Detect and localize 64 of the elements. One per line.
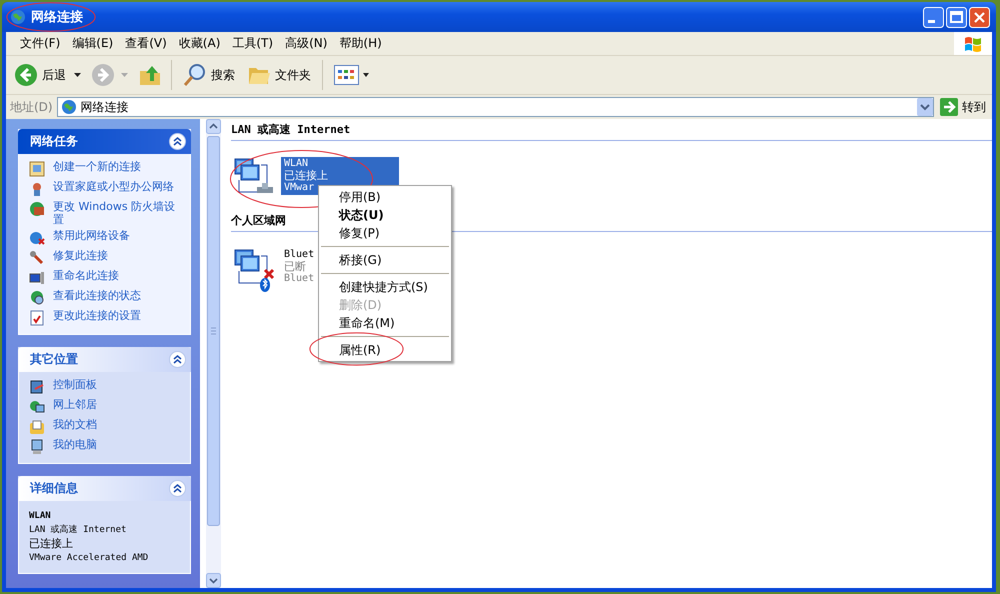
detail-text: WLAN	[29, 510, 52, 523]
magnifier-icon	[183, 63, 207, 87]
task-link[interactable]: 控制面板	[53, 378, 97, 391]
network-globe-icon	[60, 99, 77, 115]
close-button[interactable]	[969, 6, 990, 28]
collapse-button[interactable]	[169, 351, 186, 368]
menu-item[interactable]: 查看(V)	[119, 35, 173, 52]
minimize-button[interactable]	[923, 6, 944, 28]
group-header: LAN 或高速 Internet	[231, 122, 992, 141]
menu-item[interactable]: 工具(T)	[226, 35, 280, 52]
menu-item[interactable]: 桥接(G)	[319, 251, 451, 269]
status-globe-icon	[29, 290, 45, 306]
address-label: 地址(D)	[10, 98, 53, 116]
disable-device-icon	[29, 230, 45, 246]
task-link[interactable]: 网上邻居	[53, 398, 97, 411]
collapse-button[interactable]	[169, 133, 186, 150]
task-link[interactable]: 更改此连接的设置	[53, 309, 141, 322]
windows-flag-icon	[963, 34, 983, 52]
computer-icon	[29, 439, 45, 455]
task-link[interactable]: 我的文档	[53, 418, 97, 431]
menu-item[interactable]: 帮助(H)	[333, 35, 388, 52]
menu-item[interactable]: 创建快捷方式(S)	[319, 278, 451, 296]
documents-icon	[29, 419, 45, 435]
task-link[interactable]: 禁用此网络设备	[53, 229, 130, 242]
detail-text: 已连接上	[29, 537, 74, 551]
task-link[interactable]: 修复此连接	[53, 249, 108, 262]
maximize-button[interactable]	[946, 6, 967, 28]
menu-item[interactable]: 文件(F)	[14, 35, 66, 52]
checklist-icon	[29, 310, 45, 326]
task-link[interactable]: 重命名此连接	[53, 269, 119, 282]
view-grid-icon	[334, 65, 370, 85]
task-link[interactable]: 查看此连接的状态	[53, 289, 141, 302]
scroll-thumb[interactable]	[207, 136, 220, 526]
menu-item[interactable]: 高级(N)	[279, 35, 334, 52]
task-link[interactable]: 我的电脑	[53, 438, 97, 451]
detail-text: VMware Accelerated AMD	[29, 552, 150, 565]
menu-item[interactable]: 重命名(M)	[319, 314, 451, 332]
detail-text: LAN 或高速 Internet	[29, 524, 128, 537]
scroll-up-button[interactable]	[206, 119, 221, 134]
scroll-down-button[interactable]	[206, 573, 221, 588]
network-globe-icon	[10, 9, 26, 25]
menu-item[interactable]: 收藏(A)	[172, 35, 226, 52]
menu-item: 删除(D)	[338, 297, 383, 314]
menu-item[interactable]: 编辑(E)	[66, 35, 120, 52]
panel-header[interactable]: 网络任务	[18, 129, 191, 154]
go-button[interactable]: 转到	[938, 98, 988, 116]
folders-button[interactable]: 文件夹	[243, 61, 315, 89]
search-button[interactable]: 搜索	[179, 61, 239, 89]
scrollbar[interactable]	[206, 119, 221, 588]
window-title: 网络连接	[31, 8, 83, 26]
address-field[interactable]: 网络连接	[56, 97, 934, 117]
network-places-icon	[29, 399, 45, 415]
dropdown-button[interactable]	[917, 98, 933, 116]
back-button[interactable]: 后退	[10, 61, 70, 89]
collapse-button[interactable]	[169, 480, 186, 497]
menu-item[interactable]: 属性(R)	[319, 341, 451, 359]
task-link[interactable]: 创建一个新的连接	[53, 160, 141, 173]
dropdown-arrow-icon[interactable]	[74, 73, 81, 77]
panel-header[interactable]: 其它位置	[18, 347, 191, 372]
task-link[interactable]: 更改 Windows 防火墙设置	[53, 200, 184, 226]
panel-header[interactable]: 详细信息	[18, 476, 191, 501]
dropdown-arrow-icon	[121, 73, 128, 77]
go-arrow-icon	[940, 98, 958, 116]
task-link[interactable]: 设置家庭或小型办公网络	[53, 180, 174, 193]
